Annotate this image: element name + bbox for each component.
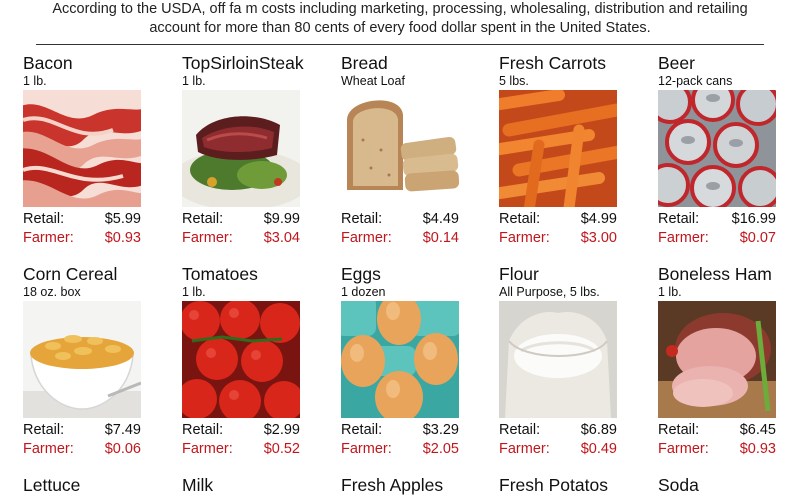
farmer-label: Farmer: (182, 230, 233, 246)
product-name: Bacon (23, 53, 73, 73)
farmer-price: $0.93 (739, 441, 776, 457)
product-name: TopSirloinSteak (182, 53, 304, 73)
steak-image (182, 90, 300, 207)
eggs-image (341, 301, 459, 418)
retail-label: Retail: (182, 211, 224, 227)
retail-label: Retail: (182, 422, 224, 438)
retail-price: $4.99 (580, 211, 617, 227)
retail-label: Retail: (341, 211, 383, 227)
product-quantity: All Purpose, 5 lbs. (499, 285, 600, 299)
farmer-price: $0.49 (580, 441, 617, 457)
retail-price: $7.49 (104, 422, 141, 438)
product-quantity: 1 lb. (182, 285, 206, 299)
product-name: Soda (658, 475, 699, 495)
retail-label: Retail: (341, 422, 383, 438)
product-name: Eggs (341, 264, 381, 284)
product-name: Flour (499, 264, 539, 284)
product-quantity: 18 oz. box (23, 285, 81, 299)
farmer-price: $0.14 (422, 230, 459, 246)
product-quantity: 12-pack cans (658, 74, 733, 88)
product-name: Boneless Ham (658, 264, 772, 284)
product-quantity: 1 lb. (182, 74, 206, 88)
bacon-image (23, 90, 141, 207)
product-name: Corn Cereal (23, 264, 118, 284)
cereal-image (23, 301, 141, 418)
flour-image (499, 301, 617, 418)
product-name: Fresh Potatos (499, 475, 608, 495)
product-name: Beer (658, 53, 695, 73)
farmer-label: Farmer: (23, 441, 74, 457)
retail-label: Retail: (23, 211, 65, 227)
product-name: Fresh Apples (341, 475, 444, 495)
farmer-label: Farmer: (658, 230, 709, 246)
retail-label: Retail: (658, 211, 700, 227)
farmer-price: $0.93 (104, 230, 141, 246)
product-grid: Bacon 1 lb. Retail: $5.99 Farmer: $0.93 … (0, 0, 800, 500)
tomatoes-image (182, 301, 300, 418)
retail-label: Retail: (499, 211, 541, 227)
retail-label: Retail: (23, 422, 65, 438)
farmer-label: Farmer: (499, 230, 550, 246)
beer-cans-image (658, 90, 776, 207)
retail-label: Retail: (499, 422, 541, 438)
retail-price: $6.45 (739, 422, 776, 438)
farmer-price: $0.07 (739, 230, 776, 246)
product-name: Fresh Carrots (499, 53, 606, 73)
farmer-label: Farmer: (23, 230, 74, 246)
farmer-price: $3.00 (580, 230, 617, 246)
farmer-price: $0.52 (263, 441, 300, 457)
retail-price: $4.49 (422, 211, 459, 227)
farmer-label: Farmer: (182, 441, 233, 457)
farmer-price: $0.06 (104, 441, 141, 457)
retail-price: $2.99 (263, 422, 300, 438)
product-name: Lettuce (23, 475, 81, 495)
product-quantity: 1 dozen (341, 285, 386, 299)
product-name: Milk (182, 475, 214, 495)
retail-price: $5.99 (104, 211, 141, 227)
retail-label: Retail: (658, 422, 700, 438)
carrots-image (499, 90, 617, 207)
farmer-price: $2.05 (422, 441, 459, 457)
retail-price: $6.89 (580, 422, 617, 438)
farmer-label: Farmer: (658, 441, 709, 457)
retail-price: $3.29 (422, 422, 459, 438)
retail-price: $9.99 (263, 211, 300, 227)
bread-image (341, 90, 459, 207)
product-name: Bread (341, 53, 388, 73)
ham-image (658, 301, 776, 418)
product-quantity: Wheat Loaf (341, 74, 405, 88)
product-quantity: 1 lb. (23, 74, 47, 88)
farmer-label: Farmer: (341, 230, 392, 246)
farmer-label: Farmer: (499, 441, 550, 457)
retail-price: $16.99 (731, 211, 776, 227)
product-quantity: 5 lbs. (499, 74, 529, 88)
farmer-label: Farmer: (341, 441, 392, 457)
product-quantity: 1 lb. (658, 285, 682, 299)
farmer-price: $3.04 (263, 230, 300, 246)
product-name: Tomatoes (182, 264, 258, 284)
